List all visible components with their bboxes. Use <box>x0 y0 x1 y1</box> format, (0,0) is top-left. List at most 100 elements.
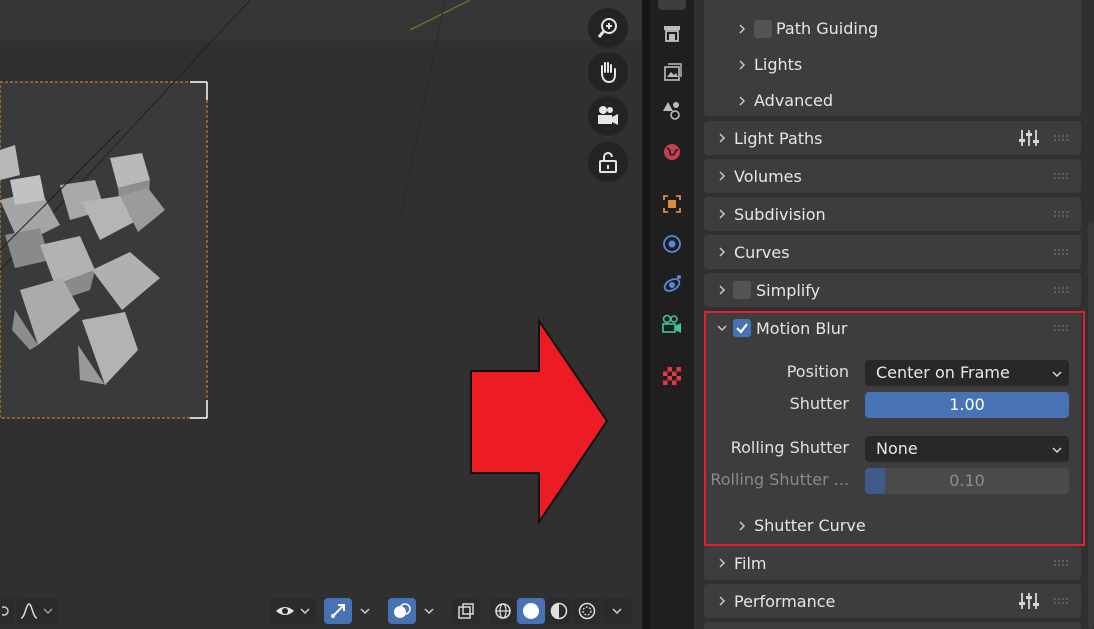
path-guiding-checkbox[interactable] <box>754 20 772 38</box>
wireframe-shading-icon[interactable] <box>490 598 516 624</box>
drag-grip-icon[interactable] <box>1053 286 1069 294</box>
chevron-right-icon <box>719 209 726 219</box>
presets-icon[interactable] <box>1018 128 1040 148</box>
chevron-right-icon <box>719 558 726 568</box>
slider-fill <box>865 468 886 494</box>
chevron-right-icon <box>739 24 746 34</box>
shutter-curve-label: Shutter Curve <box>754 516 866 535</box>
world-icon[interactable] <box>658 138 686 166</box>
panel-label: Curves <box>734 243 790 262</box>
advanced-label: Advanced <box>754 91 834 110</box>
scene-icon[interactable] <box>658 96 686 124</box>
camera-icon[interactable] <box>588 96 628 136</box>
chevron-right-icon <box>719 596 726 606</box>
chevron-right-icon <box>739 96 746 106</box>
lights-label: Lights <box>754 55 803 74</box>
shading-ball-icon[interactable] <box>0 598 14 624</box>
3d-viewport[interactable] <box>0 0 642 629</box>
view-layer-icon[interactable] <box>658 58 686 86</box>
panel-motion-blur: Motion Blur Position Center on Frame Shu… <box>704 311 1081 546</box>
particles-icon[interactable] <box>658 270 686 298</box>
panel-film[interactable]: Film <box>704 546 1081 580</box>
material-shading-icon[interactable] <box>546 598 572 624</box>
chevron-down-icon <box>717 325 727 332</box>
chevron-right-icon <box>719 133 726 143</box>
panel-subdivision[interactable]: Subdivision <box>704 197 1081 231</box>
gizmo-icon[interactable] <box>324 598 352 624</box>
rolling-shutter-duration-value: 0.10 <box>949 471 985 490</box>
xray-icon[interactable] <box>452 598 480 624</box>
render-tab-edge[interactable] <box>658 0 686 10</box>
panel-label: Performance <box>734 592 836 611</box>
panel-label: Light Paths <box>734 129 823 148</box>
position-dropdown[interactable]: Center on Frame <box>865 360 1069 386</box>
red-arrow <box>470 317 609 526</box>
sampling-subpanel: Path Guiding Lights Advanced <box>704 0 1081 116</box>
panel-simplify[interactable]: Simplify <box>704 273 1081 307</box>
shading-dropdown-icon[interactable] <box>602 598 632 624</box>
panel-curves[interactable]: Curves <box>704 235 1081 269</box>
rolling-shutter-value: None <box>876 439 918 458</box>
subpanel-path-guiding[interactable]: Path Guiding <box>704 14 1081 44</box>
panel-label: Simplify <box>756 281 821 300</box>
panel-light-paths[interactable]: Light Paths <box>704 121 1081 155</box>
gizmo-dropdown-icon[interactable] <box>354 598 376 624</box>
object-icon[interactable] <box>658 190 686 218</box>
output-icon[interactable] <box>658 20 686 48</box>
drag-grip-icon[interactable] <box>1053 248 1069 256</box>
presets-icon[interactable] <box>1018 591 1040 611</box>
hand-pan-icon[interactable] <box>588 52 628 92</box>
visibility-eye-icon[interactable] <box>270 598 316 624</box>
texture-icon[interactable] <box>658 362 686 390</box>
properties-editor[interactable]: Path Guiding Lights Advanced Light Paths… <box>694 0 1094 629</box>
chevron-down-icon <box>1052 371 1062 378</box>
lock-icon[interactable] <box>588 142 628 182</box>
rendered-shading-icon[interactable] <box>573 598 601 624</box>
drag-grip-icon[interactable] <box>1053 210 1069 218</box>
checkmark-icon <box>736 323 748 334</box>
shutter-value: 1.00 <box>949 395 985 414</box>
overlays-dropdown-icon[interactable] <box>418 598 440 624</box>
chevron-right-icon <box>719 285 726 295</box>
rolling-shutter-duration-label: Rolling Shutter ... <box>710 470 849 489</box>
panel-label: Film <box>734 554 767 573</box>
simplify-checkbox[interactable] <box>733 281 751 299</box>
modifier-icon[interactable] <box>658 230 686 258</box>
properties-tab-bar <box>650 0 694 629</box>
drag-grip-icon[interactable] <box>1053 597 1069 605</box>
chevron-right-icon <box>739 60 746 70</box>
path-guiding-label: Path Guiding <box>776 19 879 38</box>
position-label: Position <box>786 362 849 381</box>
overlays-icon[interactable] <box>388 598 416 624</box>
viewport-canvas <box>0 0 642 526</box>
solid-shading-icon[interactable] <box>517 598 545 624</box>
shutter-slider[interactable]: 1.00 <box>865 392 1069 418</box>
drag-grip-icon[interactable] <box>1053 172 1069 180</box>
chevron-down-icon <box>1052 447 1062 454</box>
rolling-shutter-duration-slider[interactable]: 0.10 <box>865 468 1069 494</box>
rolling-shutter-label: Rolling Shutter <box>730 438 849 457</box>
chevron-right-icon <box>719 247 726 257</box>
chevron-right-icon <box>739 521 746 531</box>
drag-grip-icon[interactable] <box>1053 134 1069 142</box>
panel-label: Subdivision <box>734 205 826 224</box>
panel-label: Volumes <box>734 167 802 186</box>
subpanel-lights[interactable]: Lights <box>704 50 1081 80</box>
panel-performance[interactable]: Performance <box>704 584 1081 618</box>
falloff-curve-icon[interactable] <box>16 598 58 624</box>
scrollbar[interactable] <box>1088 222 1094 629</box>
panel-label: Motion Blur <box>756 319 848 338</box>
subpanel-advanced[interactable]: Advanced <box>704 86 1081 116</box>
subpanel-shutter-curve[interactable]: Shutter Curve <box>704 511 1081 541</box>
drag-grip-icon[interactable] <box>1053 559 1069 567</box>
motion-blur-header[interactable]: Motion Blur <box>704 311 1081 345</box>
physics-icon[interactable] <box>658 310 686 338</box>
drag-grip-icon[interactable] <box>1053 324 1069 332</box>
panel-next-partial <box>704 622 1081 629</box>
motion-blur-checkbox[interactable] <box>733 319 751 337</box>
area-divider[interactable] <box>642 0 650 629</box>
panel-volumes[interactable]: Volumes <box>704 159 1081 193</box>
viewport-header <box>0 594 642 629</box>
zoom-icon[interactable] <box>588 8 628 48</box>
rolling-shutter-dropdown[interactable]: None <box>865 436 1069 462</box>
